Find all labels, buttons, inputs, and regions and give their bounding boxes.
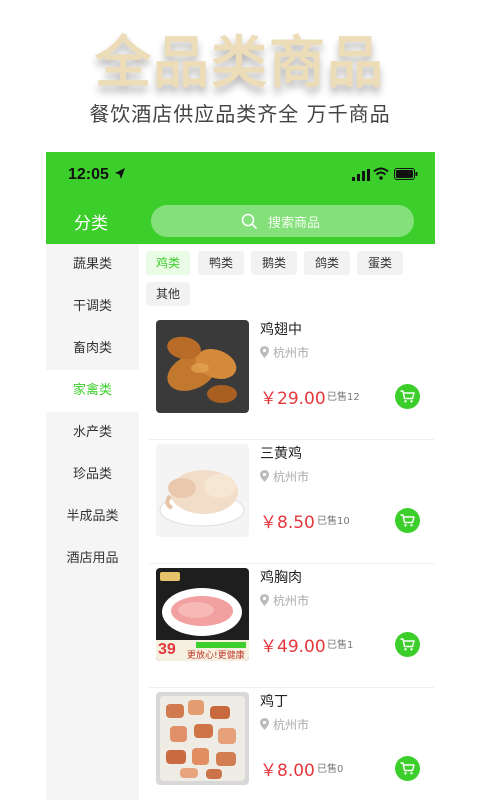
status-bar: 12:05 (46, 152, 435, 196)
sidebar-item-dry-seasoning[interactable]: 干调类 (46, 286, 139, 328)
sidebar-item-hotel-supplies[interactable]: 酒店用品 (46, 538, 139, 580)
product-location: 杭州市 (260, 344, 309, 361)
product-sold-count: 已售12 (327, 392, 360, 403)
product-name: 鸡丁 (260, 694, 288, 710)
map-pin-icon (260, 718, 269, 730)
sidebar-item-label: 畜肉类 (72, 341, 112, 356)
product-card[interactable]: 鸡丁 杭州市 ￥8.00 已售0 (149, 688, 434, 800)
location-arrow-icon (115, 168, 125, 179)
sidebar-item-poultry[interactable]: 家禽类 (46, 370, 139, 412)
tag-goose[interactable]: 鹅类 (251, 251, 297, 275)
nav-title: 分类 (74, 214, 108, 234)
tag-egg[interactable]: 蛋类 (357, 251, 403, 275)
product-image-diced-chicken (156, 692, 249, 785)
sidebar-item-semi-finished[interactable]: 半成品类 (46, 496, 139, 538)
sidebar-item-label: 珍品类 (72, 467, 112, 482)
product-price: ￥8.00 (260, 761, 315, 781)
cart-icon (400, 762, 415, 775)
product-card[interactable]: 三黄鸡 杭州市 ￥8.50 已售10 (149, 440, 434, 564)
tag-chicken[interactable]: 鸡类 (146, 251, 190, 275)
wifi-icon (373, 167, 389, 180)
product-sold-count: 已售1 (327, 640, 354, 651)
map-pin-icon (260, 594, 269, 606)
add-to-cart-button[interactable] (395, 756, 420, 781)
category-sidebar: 蔬果类 干调类 畜肉类 家禽类 水产类 珍品类 半成品类 酒店用品 (46, 244, 139, 800)
sidebar-item-seafood[interactable]: 水产类 (46, 412, 139, 454)
promo-banner: 全品类商品 餐饮酒店供应品类齐全 万千商品 (0, 0, 480, 152)
tag-pigeon[interactable]: 鸽类 (304, 251, 350, 275)
map-pin-icon (260, 346, 269, 358)
product-location-text: 杭州市 (273, 470, 310, 484)
sidebar-item-label: 家禽类 (72, 383, 112, 398)
price-badge: 39 (158, 641, 176, 658)
product-card[interactable]: 39 更放心!更健康 鸡胸肉 杭州市 ￥49.00 已售1 (149, 564, 434, 688)
product-location: 杭州市 (260, 468, 309, 485)
product-image-chicken-breast: 39 更放心!更健康 (156, 568, 249, 661)
battery-icon (394, 168, 418, 180)
cart-icon (400, 390, 415, 403)
tag-other[interactable]: 其他 (146, 282, 190, 306)
sidebar-item-label: 干调类 (72, 299, 112, 314)
sidebar-item-vegetables[interactable]: 蔬果类 (46, 244, 139, 286)
product-location: 杭州市 (260, 592, 309, 609)
sidebar-item-delicacies[interactable]: 珍品类 (46, 454, 139, 496)
product-name: 三黄鸡 (260, 446, 302, 462)
product-image-chicken-wings (156, 320, 249, 413)
add-to-cart-button[interactable] (395, 384, 420, 409)
add-to-cart-button[interactable] (395, 632, 420, 657)
map-pin-icon (260, 470, 269, 482)
product-content: 鸡类 鸭类 鹅类 鸽类 蛋类 其他 鸡翅中 杭州市 ￥29.00 已售12 三黄… (139, 244, 435, 800)
product-price: ￥49.00 (260, 637, 326, 657)
product-card[interactable]: 鸡翅中 杭州市 ￥29.00 已售12 (149, 316, 434, 440)
sidebar-item-label: 半成品类 (66, 509, 119, 524)
search-input[interactable]: 搜索商品 (151, 205, 414, 237)
add-to-cart-button[interactable] (395, 508, 420, 533)
product-location: 杭州市 (260, 716, 309, 733)
product-location-text: 杭州市 (273, 594, 310, 608)
product-name: 鸡胸肉 (260, 570, 302, 586)
nav-bar: 分类 搜索商品 (46, 196, 435, 244)
promo-subtitle: 餐饮酒店供应品类齐全 万千商品 (89, 102, 391, 126)
product-price: ￥8.50 (260, 513, 315, 533)
cart-icon (400, 638, 415, 651)
tag-duck[interactable]: 鸭类 (198, 251, 244, 275)
product-price: ￥29.00 (260, 389, 326, 409)
sidebar-item-label: 酒店用品 (66, 551, 119, 566)
search-placeholder: 搜索商品 (268, 216, 321, 231)
promo-title: 全品类商品 (95, 31, 385, 96)
search-icon (241, 213, 257, 229)
product-image-whole-chicken (156, 444, 249, 537)
cart-icon (400, 514, 415, 527)
sidebar-item-label: 水产类 (72, 425, 112, 440)
product-sold-count: 已售10 (317, 516, 350, 527)
sidebar-item-label: 蔬果类 (72, 257, 112, 272)
product-name: 鸡翅中 (260, 322, 302, 338)
image-slogan: 更放心!更健康 (187, 651, 245, 661)
product-location-text: 杭州市 (273, 718, 310, 732)
product-location-text: 杭州市 (273, 346, 310, 360)
product-sold-count: 已售0 (317, 764, 344, 775)
status-time: 12:05 (68, 166, 109, 183)
signal-icon (352, 169, 370, 181)
phone-screen: 12:05 分类 搜索商品 蔬果类 干调类 畜肉类 家禽类 水产类 珍品类 半成… (46, 152, 435, 800)
sidebar-item-livestock-meat[interactable]: 畜肉类 (46, 328, 139, 370)
